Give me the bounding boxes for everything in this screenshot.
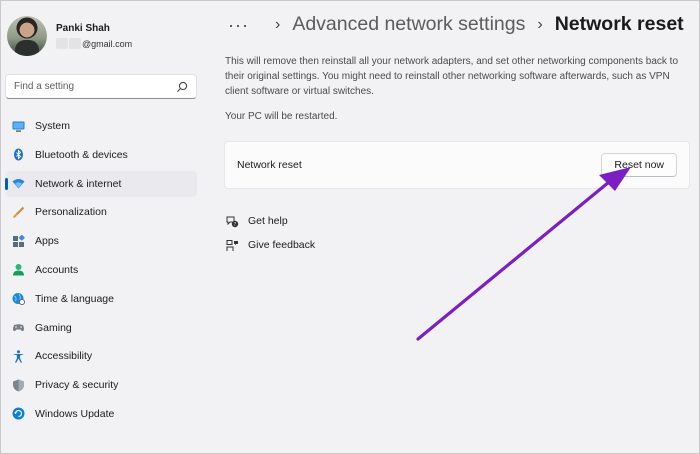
sidebar-item-accounts[interactable]: Accounts <box>5 257 197 283</box>
avatar <box>7 16 47 56</box>
search-placeholder: Find a setting <box>14 81 75 92</box>
sidebar-item-system[interactable]: System <box>5 113 197 139</box>
feedback-icon <box>226 239 238 251</box>
search-icon <box>177 81 188 92</box>
accessibility-icon <box>13 350 24 363</box>
sidebar-item-label: Network & internet <box>35 177 122 190</box>
sidebar-item-privacy-security[interactable]: Privacy & security <box>5 372 197 398</box>
help-icon: ? <box>226 216 239 227</box>
chevron-right-icon: › <box>537 15 543 33</box>
profile-email-row: @gmail.com <box>56 38 132 49</box>
person-icon <box>13 264 24 276</box>
profile-email: @gmail.com <box>82 38 133 49</box>
wifi-icon <box>12 179 25 189</box>
reset-now-button[interactable]: Reset now <box>601 153 677 177</box>
sidebar-item-network[interactable]: Network & internet <box>5 170 197 197</box>
page-title: Network reset <box>554 13 684 35</box>
sidebar-item-windows-update[interactable]: Windows Update <box>5 401 197 427</box>
sidebar-item-label: Bluetooth & devices <box>35 148 128 161</box>
email-redaction <box>56 38 68 49</box>
breadcrumb-more-button[interactable]: ··· <box>228 16 249 34</box>
give-feedback-link[interactable]: Give feedback <box>226 236 315 254</box>
get-help-text: Get help <box>248 215 288 227</box>
network-reset-label: Network reset <box>237 159 302 171</box>
sidebar-nav: System Bluetooth & devices Network & int… <box>5 113 197 430</box>
settings-window: Panki Shah @gmail.com Find a setting Sys… <box>0 0 700 454</box>
controller-icon <box>13 324 24 332</box>
breadcrumb: ··· › Advanced network settings › Networ… <box>228 13 684 36</box>
apps-icon <box>13 234 25 247</box>
sidebar-item-apps[interactable]: Apps <box>5 228 197 254</box>
sidebar-item-label: Gaming <box>35 321 72 334</box>
sidebar-item-accessibility[interactable]: Accessibility <box>5 343 197 369</box>
update-icon <box>12 407 25 420</box>
sidebar-item-time-language[interactable]: Time & language <box>5 286 197 312</box>
sidebar-item-label: Accounts <box>35 263 79 276</box>
email-redaction <box>69 38 81 49</box>
globe-clock-icon <box>12 293 25 306</box>
user-profile[interactable]: Panki Shah @gmail.com <box>7 14 132 58</box>
sidebar-item-label: Accessibility <box>35 350 93 363</box>
chevron-right-icon: › <box>274 15 281 33</box>
sidebar-item-label: Privacy & security <box>35 379 119 392</box>
sidebar: Panki Shah @gmail.com Find a setting Sys… <box>1 1 206 454</box>
sidebar-item-label: Time & language <box>35 292 114 305</box>
sidebar-item-label: System <box>35 120 71 132</box>
bluetooth-icon <box>14 148 23 161</box>
sidebar-item-label: Apps <box>35 235 59 248</box>
sidebar-item-gaming[interactable]: Gaming <box>5 315 197 341</box>
sidebar-item-personalization[interactable]: Personalization <box>5 199 197 225</box>
reset-description: This will remove then reinstall all your… <box>225 56 679 97</box>
restart-note: Your PC will be restarted. <box>225 111 338 122</box>
brush-icon <box>13 206 25 218</box>
breadcrumb-parent-link[interactable]: Advanced network settings <box>292 13 525 36</box>
sidebar-item-label: Personalization <box>35 206 107 219</box>
get-help-link[interactable]: ? Get help <box>226 212 315 230</box>
sidebar-item-bluetooth[interactable]: Bluetooth & devices <box>5 142 197 168</box>
give-feedback-text: Give feedback <box>248 239 316 251</box>
shield-icon <box>13 379 24 392</box>
profile-name: Panki Shah <box>56 23 110 34</box>
main-content: ··· › Advanced network settings › Networ… <box>206 1 700 454</box>
help-links: ? Get help Give feedback <box>226 212 315 260</box>
network-reset-card: Network reset Reset now <box>224 141 690 189</box>
monitor-icon <box>12 121 25 132</box>
sidebar-item-label: Windows Update <box>35 407 115 420</box>
search-input[interactable]: Find a setting <box>5 74 197 99</box>
